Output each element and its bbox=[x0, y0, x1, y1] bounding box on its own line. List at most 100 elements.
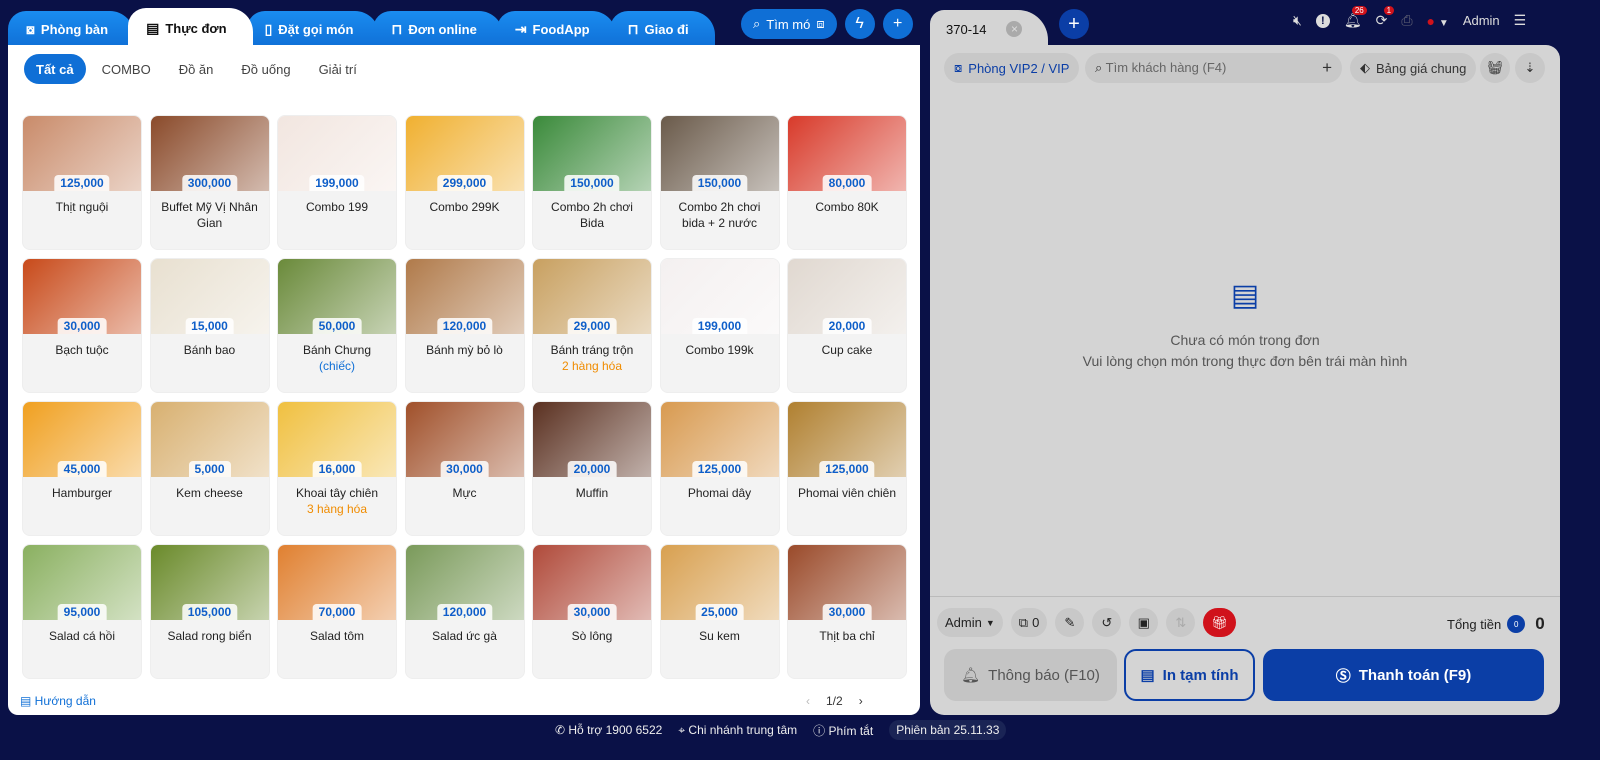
guest-count-button[interactable]: ⧉ 0 bbox=[1010, 608, 1048, 637]
category-3[interactable]: Đồ uống bbox=[229, 54, 302, 84]
item-name: Combo 80K bbox=[815, 200, 879, 214]
menu-item-card[interactable]: 150,000 Combo 2h chơi Bida bbox=[532, 115, 652, 250]
booking-button[interactable]: ▣ bbox=[1129, 608, 1159, 637]
menu-item-card[interactable]: 199,000 Combo 199k bbox=[659, 258, 780, 393]
add-button[interactable]: + bbox=[882, 9, 913, 39]
print-bill-button[interactable]: ▤ In tạm tính bbox=[1124, 649, 1255, 701]
menu-item-card[interactable]: 125,000 Phomai dây bbox=[659, 401, 780, 536]
item-price: 20,000 bbox=[567, 461, 617, 477]
menu-item-card[interactable]: 70,000 Salad tôm bbox=[277, 544, 397, 679]
item-price: 299,000 bbox=[436, 175, 493, 191]
menu-item-card[interactable]: 25,000 Su kem bbox=[659, 544, 780, 679]
printer-icon[interactable]: ⎙ bbox=[1401, 12, 1412, 29]
staff-selector[interactable]: Admin ▼ bbox=[937, 608, 1003, 637]
menu-item-card[interactable]: 5,000 Kem cheese bbox=[149, 401, 270, 536]
item-image: 95,000 bbox=[23, 545, 141, 620]
customer-search[interactable]: ⌕ Tìm khách hàng (F4) + bbox=[1085, 53, 1342, 83]
tab-3[interactable]: ⊓ Đơn online bbox=[373, 11, 503, 48]
item-name: Bánh Chưng bbox=[302, 343, 372, 357]
sort-button[interactable]: ⇣ bbox=[1515, 53, 1545, 83]
notify-kitchen-button[interactable]: 🔔︎ Thông báo (F10) bbox=[944, 649, 1117, 701]
gift-icon: 🎁︎ bbox=[1211, 614, 1228, 630]
menu-item-card[interactable]: 95,000 Salad cá hồi bbox=[22, 544, 142, 679]
menu-item-card[interactable]: 150,000 Combo 2h chơi bida + 2 nước bbox=[659, 115, 780, 250]
tab-4[interactable]: ⇥ FoodApp bbox=[496, 11, 616, 48]
pay-button[interactable]: Ⓢ Thanh toán (F9) bbox=[1263, 649, 1544, 701]
hamburger-icon[interactable]: ☰ bbox=[1514, 12, 1527, 29]
menu-item-card[interactable]: 15,000 Bánh bao bbox=[149, 258, 270, 393]
gift-button[interactable]: 🎁︎ bbox=[1203, 608, 1236, 637]
menu-item-card[interactable]: 80,000 Combo 80K bbox=[787, 115, 907, 250]
search-menu-button[interactable]: ⌕ Tìm mó ⧈ bbox=[741, 9, 837, 39]
branch-selector[interactable]: ⌖ Chi nhánh trung tâm bbox=[678, 723, 797, 738]
price-list-selector[interactable]: ⬖ Bảng giá chung bbox=[1350, 53, 1477, 83]
menu-item-card[interactable]: 20,000 Muffin bbox=[532, 401, 652, 536]
add-order-button[interactable]: + bbox=[1059, 9, 1089, 39]
mute-icon[interactable]: 🔇︎ bbox=[1293, 12, 1302, 29]
edit-button[interactable]: ✎ bbox=[1055, 608, 1085, 637]
quick-action-button[interactable]: ϟ bbox=[844, 9, 875, 39]
menu-item-card[interactable]: 300,000 Buffet Mỹ Vị Nhân Gian bbox=[149, 115, 270, 250]
item-image: 199,000 bbox=[660, 259, 779, 334]
next-page-button[interactable]: › bbox=[859, 694, 863, 708]
menu-item-card[interactable]: 30,000 Mực bbox=[404, 401, 525, 536]
item-image: 150,000 bbox=[660, 116, 779, 191]
item-image: 300,000 bbox=[150, 116, 269, 191]
split-button[interactable]: ⇅ bbox=[1166, 608, 1196, 637]
order-tab[interactable]: 370-14 × bbox=[930, 10, 1048, 48]
menu-item-card[interactable]: 16,000 Khoai tây chiên 3 hàng hóa bbox=[277, 401, 397, 536]
category-4[interactable]: Giải trí bbox=[307, 54, 369, 84]
category-0[interactable]: Tất cả bbox=[24, 54, 86, 84]
menu-item-card[interactable]: 199,000 Combo 199 bbox=[277, 115, 397, 250]
menu-item-card[interactable]: 20,000 Cup cake bbox=[787, 258, 907, 393]
menu-item-card[interactable]: 299,000 Combo 299K bbox=[404, 115, 525, 250]
menu-item-card[interactable]: 120,000 Bánh mỳ bỏ lò bbox=[404, 258, 525, 393]
menu-item-card[interactable]: 125,000 Thịt nguội bbox=[22, 115, 142, 250]
menu-item-card[interactable]: 30,000 Sò lông bbox=[532, 544, 652, 679]
item-name: Combo 2h chơi bida + 2 nước bbox=[678, 200, 761, 230]
basket-button[interactable]: 🧺︎ bbox=[1480, 53, 1510, 83]
menu-item-card[interactable]: 125,000 Phomai viên chiên bbox=[787, 401, 907, 536]
user-name[interactable]: Admin bbox=[1463, 13, 1500, 28]
item-image: 25,000 bbox=[660, 545, 779, 620]
close-icon[interactable]: × bbox=[1006, 21, 1023, 37]
item-name: Su kem bbox=[699, 629, 740, 643]
customer-search-input[interactable]: Tìm khách hàng (F4) bbox=[1106, 60, 1227, 75]
tab-5[interactable]: ⊓ Giao đi bbox=[609, 11, 715, 48]
history-button[interactable]: ↺ bbox=[1092, 608, 1122, 637]
item-name: Bạch tuộc bbox=[55, 343, 109, 357]
item-name: Kem cheese bbox=[176, 486, 243, 500]
item-count-badge: 0 bbox=[1507, 615, 1526, 633]
alert-icon[interactable]: ! bbox=[1315, 13, 1330, 28]
language-flag-icon[interactable]: ● ▼ bbox=[1427, 13, 1449, 29]
tab-2[interactable]: ▯ Đặt gọi món bbox=[246, 11, 380, 48]
bell-icon[interactable]: 🔔︎ 26 bbox=[1344, 6, 1367, 29]
support-hotline[interactable]: ✆ Hỗ trợ 1900 6522 bbox=[555, 723, 662, 737]
menu-item-card[interactable]: 30,000 Thịt ba chỉ bbox=[787, 544, 907, 679]
item-price: 70,000 bbox=[312, 604, 362, 620]
system-toolbar: 🔇︎ ! 🔔︎ 26 ⟳ 1 ⎙ ● ▼ Admin ☰ bbox=[1293, 6, 1527, 29]
room-selector[interactable]: ⧇ Phòng VIP2 / VIP bbox=[944, 53, 1080, 83]
item-name: Bánh bao bbox=[183, 343, 236, 357]
tab-1[interactable]: ▤ Thực đơn bbox=[128, 8, 253, 48]
item-image: 30,000 bbox=[788, 545, 906, 620]
menu-item-card[interactable]: 105,000 Salad rong biển bbox=[149, 544, 270, 679]
prev-page-button[interactable]: ‹ bbox=[806, 694, 810, 708]
category-2[interactable]: Đồ ăn bbox=[167, 54, 226, 84]
guide-link[interactable]: ▤ Hướng dẫn bbox=[20, 694, 96, 708]
search-icon: ⌕ bbox=[1095, 60, 1106, 75]
table-icon: ⧇ bbox=[954, 60, 963, 75]
menu-item-card[interactable]: 30,000 Bạch tuộc bbox=[22, 258, 142, 393]
shortcuts-button[interactable]: ⓘ Phím tắt bbox=[813, 722, 873, 739]
menu-item-card[interactable]: 50,000 Bánh Chưng (chiếc) bbox=[277, 258, 397, 393]
tab-0[interactable]: ⧇ Phòng bàn bbox=[8, 11, 135, 48]
menu-item-card[interactable]: 120,000 Salad ức gà bbox=[404, 544, 525, 679]
add-customer-button[interactable]: + bbox=[1322, 58, 1332, 78]
sync-icon[interactable]: ⟳ 1 bbox=[1376, 6, 1395, 29]
category-1[interactable]: COMBO bbox=[90, 54, 163, 84]
menu-item-card[interactable]: 45,000 Hamburger bbox=[22, 401, 142, 536]
item-name: Salad rong biển bbox=[167, 629, 252, 643]
item-price: 30,000 bbox=[822, 604, 872, 620]
menu-icon: ▤ bbox=[146, 19, 160, 36]
menu-item-card[interactable]: 29,000 Bánh tráng trộn 2 hàng hóa bbox=[532, 258, 652, 393]
